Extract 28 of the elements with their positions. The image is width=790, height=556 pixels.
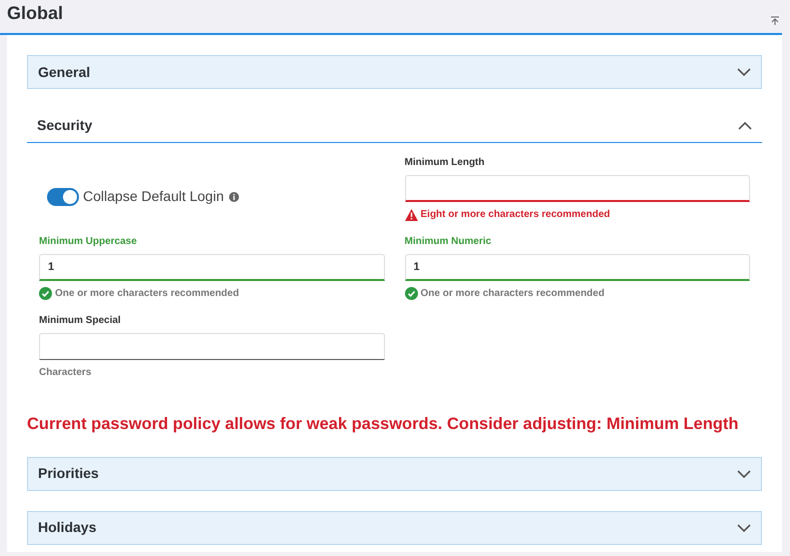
field-label: Minimum Special [39, 314, 122, 328]
info-icon[interactable] [228, 192, 239, 202]
policy-warning: Current password policy allows for weak passwords. Consider adjusting: Minimum Length [27, 414, 740, 435]
chevron-down-icon [737, 470, 751, 478]
field-label: Minimum Uppercase [39, 235, 138, 249]
field-hint: One or more characters recommended [55, 287, 239, 301]
field-label: Minimum Numeric [404, 235, 492, 249]
collapse-top-icon[interactable] [770, 16, 780, 26]
number-field[interactable]: 1 [404, 254, 750, 281]
page-title: Global [7, 2, 64, 25]
field-label: Minimum Length [404, 156, 486, 170]
chevron-up-icon [738, 122, 752, 130]
number-field[interactable]: 1 [39, 254, 384, 281]
section-header[interactable]: General [27, 55, 762, 89]
chevron-down-icon [737, 68, 751, 76]
toggle-switch[interactable] [47, 188, 79, 206]
field-hint: Eight or more characters recommended [420, 208, 610, 222]
toggle-label: Collapse Default Login [83, 187, 224, 206]
field-hint: Characters [39, 366, 92, 380]
warning-icon [404, 208, 418, 220]
check-icon [39, 287, 52, 300]
check-icon [404, 287, 418, 300]
number-field[interactable] [404, 175, 750, 202]
number-field[interactable] [39, 333, 384, 360]
chevron-down-icon [737, 524, 751, 532]
field-hint: One or more characters recommended [420, 287, 604, 301]
section-header[interactable]: Holidays [27, 510, 762, 545]
section-header[interactable]: Priorities [27, 456, 762, 491]
